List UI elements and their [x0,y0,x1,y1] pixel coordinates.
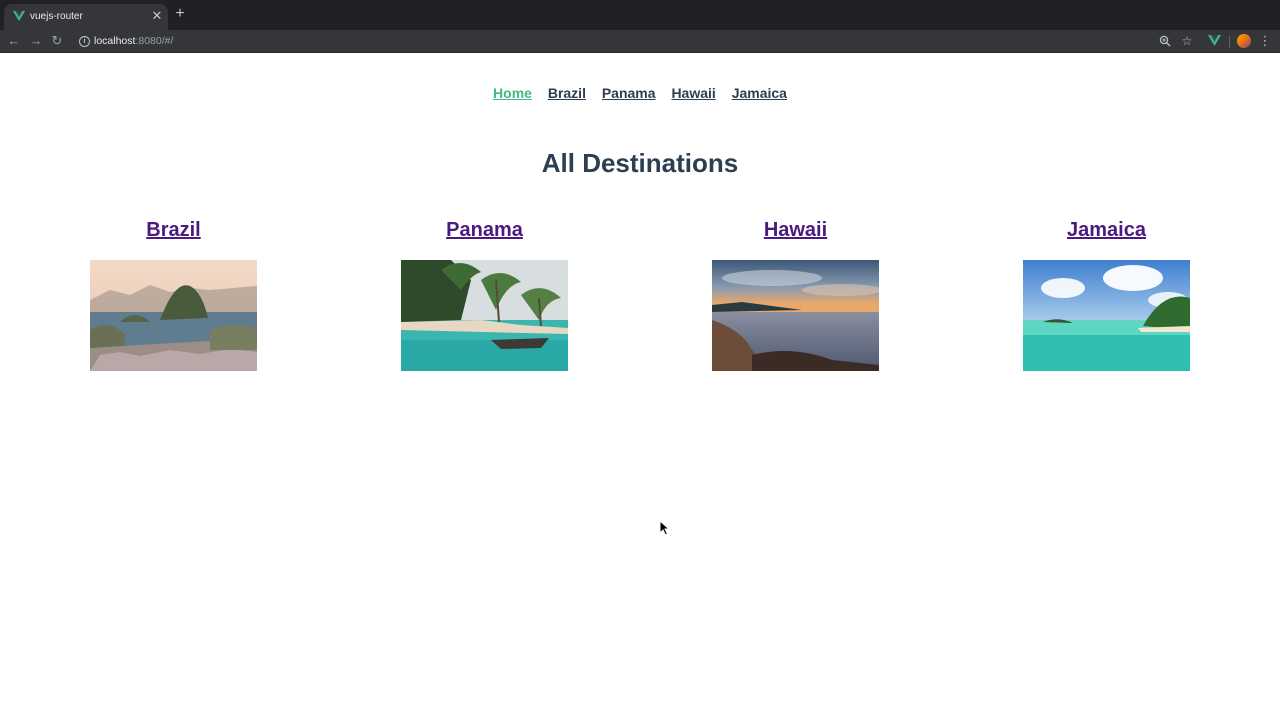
star-icon[interactable]: ☆ [1178,32,1196,50]
browser-toolbar: ← → ↻ i localhost:8080/#/ ☆ ⋮ [0,30,1280,53]
destination-card-hawaii: Hawaii [712,217,879,371]
tab-title: vuejs-router [30,11,83,22]
vue-logo-icon [13,11,25,21]
info-icon[interactable]: i [79,36,90,47]
page-content: Home Brazil Panama Hawaii Jamaica All De… [0,54,1280,720]
zoom-icon[interactable] [1156,32,1174,50]
vue-devtools-icon[interactable] [1205,32,1223,50]
close-icon[interactable]: ✕ [149,8,165,24]
browser-tabstrip: vuejs-router ✕ + [0,0,1280,30]
arrow-right-icon[interactable]: → [27,32,45,50]
address-bar[interactable]: i localhost:8080/#/ [74,32,1154,51]
destination-link-panama[interactable]: Panama [361,217,608,243]
mouse-cursor-icon [659,520,671,536]
destination-image-hawaii[interactable] [712,260,879,371]
destination-image-panama[interactable] [401,260,568,371]
nav-link-jamaica[interactable]: Jamaica [732,85,787,101]
nav-link-panama[interactable]: Panama [602,85,656,101]
destination-link-brazil[interactable]: Brazil [50,217,297,243]
arrow-left-icon[interactable]: ← [5,32,23,50]
destination-image-brazil[interactable] [90,260,257,371]
nav-link-hawaii[interactable]: Hawaii [671,85,715,101]
main-nav: Home Brazil Panama Hawaii Jamaica [0,85,1280,101]
toolbar-separator [1229,36,1230,48]
destination-card-jamaica: Jamaica [1023,217,1190,371]
reload-icon[interactable]: ↻ [48,32,66,50]
plus-icon[interactable]: + [172,6,188,22]
nav-link-home[interactable]: Home [493,85,532,101]
page-title: All Destinations [541,148,739,178]
destination-card-panama: Panama [401,217,568,371]
destination-link-jamaica[interactable]: Jamaica [983,217,1230,243]
nav-link-brazil[interactable]: Brazil [548,85,586,101]
profile-avatar[interactable] [1237,34,1251,48]
kebab-menu-icon[interactable]: ⋮ [1256,32,1274,50]
destination-link-hawaii[interactable]: Hawaii [672,217,919,243]
browser-tab[interactable]: vuejs-router ✕ [4,4,168,30]
url-text[interactable]: localhost:8080/#/ [94,34,173,48]
destination-card-brazil: Brazil [90,217,257,371]
destination-image-jamaica[interactable] [1023,260,1190,371]
